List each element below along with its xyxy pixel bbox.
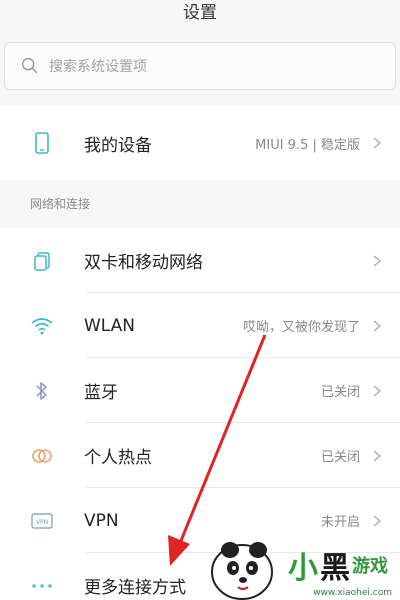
list-item-wlan[interactable]: WLAN 哎呦，又被你发现了 bbox=[0, 293, 400, 358]
list-item-value: 已关闭 bbox=[320, 385, 360, 400]
svg-text:黑: 黑 bbox=[320, 551, 350, 586]
hotspot-icon bbox=[30, 444, 54, 468]
search-icon bbox=[21, 57, 38, 74]
network-section-header: 网络和连接 bbox=[0, 180, 400, 228]
list-item-dual-sim[interactable]: 双卡和移动网络 bbox=[0, 228, 400, 293]
more-icon bbox=[30, 574, 54, 598]
vpn-icon: VPN bbox=[30, 509, 54, 533]
chevron-right-icon bbox=[373, 449, 382, 462]
svg-text:小: 小 bbox=[288, 551, 318, 586]
list-item-label: WLAN bbox=[84, 315, 136, 336]
page-title: 设置 bbox=[183, 3, 217, 23]
chevron-right-icon bbox=[373, 137, 382, 149]
search-input[interactable]: 搜索系统设置项 bbox=[4, 42, 396, 90]
watermark-logo: 小 黑 游戏 www.xiaohei.com bbox=[200, 520, 400, 600]
svg-text:VPN: VPN bbox=[36, 519, 48, 526]
chevron-right-icon bbox=[373, 254, 382, 267]
list-item-label: 双卡和移动网络 bbox=[84, 253, 203, 273]
phone-icon bbox=[30, 131, 54, 155]
bluetooth-icon bbox=[30, 379, 54, 403]
settings-screen: 设置 搜索系统设置项 我的设备 MIUI 9.5 | 稳定版 网络和连接 双卡和… bbox=[0, 0, 400, 600]
dual-sim-icon bbox=[30, 249, 54, 273]
list-item-hotspot[interactable]: 个人热点 已关闭 bbox=[0, 423, 400, 488]
device-card: 我的设备 MIUI 9.5 | 稳定版 bbox=[0, 106, 400, 180]
list-item-label: 蓝牙 bbox=[84, 383, 118, 403]
svg-text:游戏: 游戏 bbox=[352, 555, 388, 577]
list-item-bluetooth[interactable]: 蓝牙 已关闭 bbox=[0, 358, 400, 423]
chevron-right-icon bbox=[373, 384, 382, 397]
chevron-right-icon bbox=[373, 319, 382, 332]
wifi-icon bbox=[30, 314, 54, 338]
watermark-url: www.xiaohei.com bbox=[313, 588, 392, 598]
my-device-value: MIUI 9.5 | 稳定版 bbox=[255, 137, 360, 153]
list-item-value: 已关闭 bbox=[320, 450, 360, 465]
search-placeholder: 搜索系统设置项 bbox=[49, 59, 147, 75]
my-device-label: 我的设备 bbox=[84, 135, 152, 156]
list-item-value: 哎呦，又被你发现了 bbox=[242, 320, 360, 335]
list-item-label: 个人热点 bbox=[84, 448, 152, 468]
my-device-item[interactable]: 我的设备 MIUI 9.5 | 稳定版 bbox=[0, 106, 400, 180]
